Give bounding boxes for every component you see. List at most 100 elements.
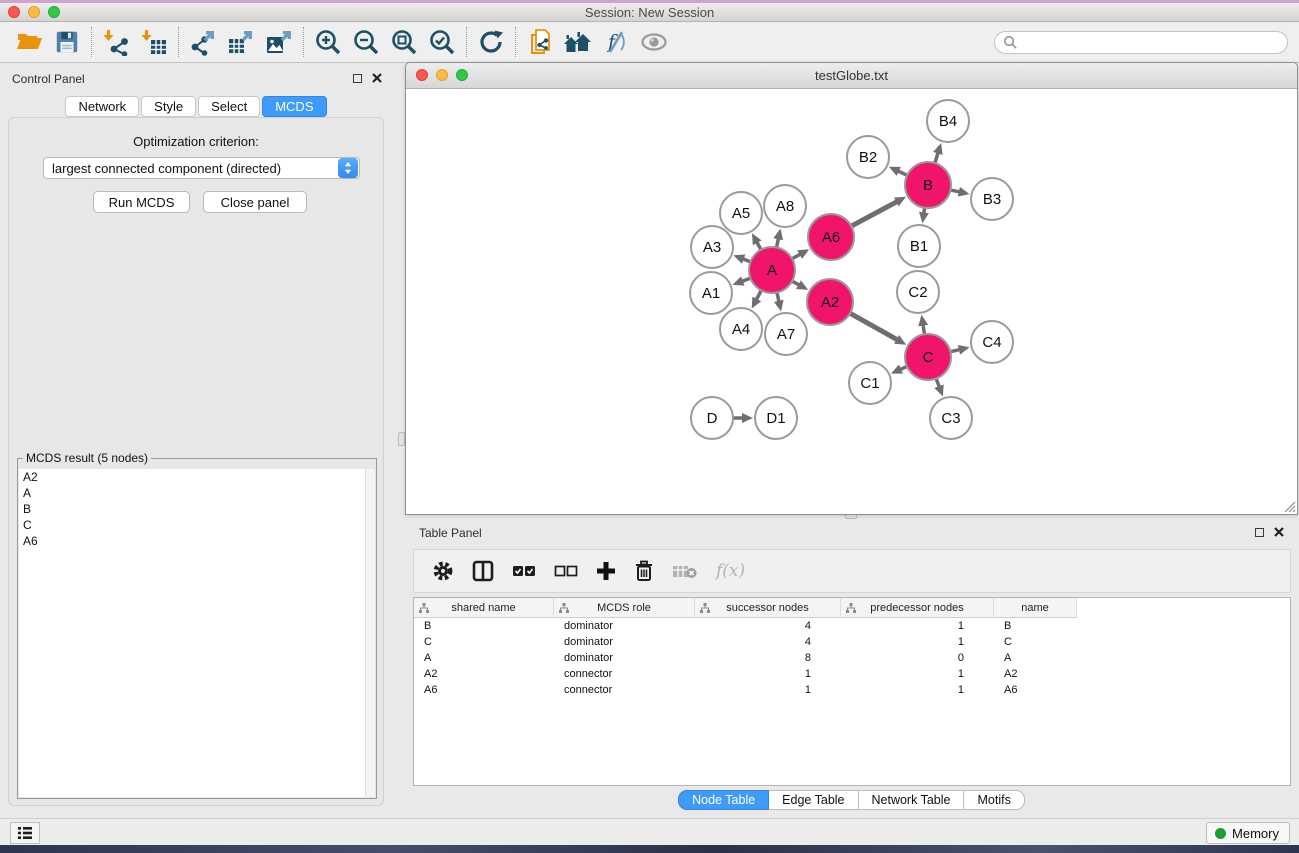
table-row[interactable]: Adominator80A — [414, 650, 1290, 666]
network-window-titlebar[interactable]: testGlobe.txt — [406, 63, 1297, 89]
zoom-out-icon[interactable] — [347, 26, 385, 58]
table-cell[interactable]: A2 — [994, 666, 1077, 682]
deselect-all-columns-icon[interactable] — [554, 564, 578, 578]
graph-node-A6[interactable]: A6 — [808, 214, 854, 260]
table-cell[interactable]: 1 — [695, 666, 841, 682]
edge-A2-C[interactable] — [847, 312, 898, 341]
graph-node-C4[interactable]: C4 — [971, 321, 1013, 363]
tab-select[interactable]: Select — [198, 96, 260, 117]
save-session-icon[interactable] — [48, 26, 86, 58]
table-cell[interactable]: C — [994, 634, 1077, 650]
table-cell[interactable]: 1 — [695, 682, 841, 698]
graph-node-C2[interactable]: C2 — [897, 271, 939, 313]
graph-node-A3[interactable]: A3 — [691, 226, 733, 268]
criterion-dropdown[interactable]: largest connected component (directed) — [43, 157, 360, 179]
table-row[interactable]: Cdominator41C — [414, 634, 1290, 650]
graph-node-B1[interactable]: B1 — [898, 225, 940, 267]
close-panel-button[interactable]: Close panel — [203, 191, 307, 213]
tab-mcds[interactable]: MCDS — [262, 96, 326, 117]
tab-motifs[interactable]: Motifs — [964, 790, 1024, 810]
refresh-view-icon[interactable] — [472, 26, 510, 58]
mcds-result-item[interactable]: A6 — [19, 533, 375, 549]
table-cell[interactable]: 1 — [841, 634, 994, 650]
mcds-result-list[interactable]: A2ABCA6 — [19, 469, 375, 797]
table-cell[interactable]: connector — [554, 682, 695, 698]
export-image-icon[interactable] — [260, 26, 298, 58]
edge-A6-B[interactable] — [849, 201, 898, 227]
graph-node-B2[interactable]: B2 — [847, 136, 889, 178]
table-cell[interactable]: A6 — [414, 682, 554, 698]
tab-network[interactable]: Network — [65, 96, 139, 117]
column-header-predecessor-nodes[interactable]: predecessor nodes — [841, 598, 994, 618]
column-header-name[interactable]: name — [994, 598, 1077, 618]
table-cell[interactable]: dominator — [554, 618, 695, 634]
mcds-result-item[interactable]: B — [19, 501, 375, 517]
table-settings-gear-icon[interactable] — [432, 560, 454, 582]
table-cell[interactable]: B — [994, 618, 1077, 634]
task-history-button[interactable] — [10, 822, 40, 844]
duplicate-network-icon[interactable] — [521, 26, 559, 58]
graph-node-A[interactable]: A — [749, 247, 795, 293]
graph-node-B3[interactable]: B3 — [971, 178, 1013, 220]
mcds-result-item[interactable]: A — [19, 485, 375, 501]
float-table-panel-icon[interactable] — [1255, 528, 1264, 537]
table-cell[interactable]: 8 — [695, 650, 841, 666]
export-table-icon[interactable] — [222, 26, 260, 58]
import-table-icon[interactable] — [135, 26, 173, 58]
app-titlebar[interactable]: Session: New Session — [0, 3, 1299, 22]
graph-node-A2[interactable]: A2 — [807, 279, 853, 325]
resize-grip-icon[interactable] — [1282, 499, 1296, 513]
delete-column-trash-icon[interactable] — [634, 560, 654, 582]
hide-fx-icon[interactable]: f — [597, 26, 635, 58]
mcds-result-item[interactable]: C — [19, 517, 375, 533]
export-network-icon[interactable] — [184, 26, 222, 58]
table-cell[interactable]: 1 — [841, 666, 994, 682]
graph-node-A8[interactable]: A8 — [764, 185, 806, 227]
tab-style[interactable]: Style — [141, 96, 196, 117]
vertical-splitter-handle[interactable] — [398, 432, 405, 446]
table-cell[interactable]: A — [414, 650, 554, 666]
graph-node-A5[interactable]: A5 — [720, 192, 762, 234]
table-cell[interactable]: connector — [554, 666, 695, 682]
table-cell[interactable]: A — [994, 650, 1077, 666]
table-cell[interactable]: B — [414, 618, 554, 634]
home-view-icon[interactable] — [559, 26, 597, 58]
node-table[interactable]: shared nameMCDS rolesuccessor nodesprede… — [413, 597, 1291, 786]
memory-button[interactable]: Memory — [1206, 822, 1290, 844]
table-cell[interactable]: A2 — [414, 666, 554, 682]
graph-node-D[interactable]: D — [691, 397, 733, 439]
select-all-columns-icon[interactable] — [512, 564, 536, 578]
graph-node-C3[interactable]: C3 — [930, 397, 972, 439]
float-panel-icon[interactable] — [353, 74, 362, 83]
column-header-shared-name[interactable]: shared name — [414, 598, 554, 618]
table-cell[interactable]: 4 — [695, 634, 841, 650]
result-scrollbar[interactable] — [365, 469, 375, 797]
graph-node-A4[interactable]: A4 — [720, 308, 762, 350]
show-hide-eye-icon[interactable] — [635, 26, 673, 58]
graph-node-B4[interactable]: B4 — [927, 100, 969, 142]
graph-node-A7[interactable]: A7 — [765, 313, 807, 355]
table-cell[interactable]: 1 — [841, 618, 994, 634]
tab-node-table[interactable]: Node Table — [678, 790, 769, 810]
network-graph[interactable]: AA1A2A3A4A5A6A7A8BB1B2B3B4CC1C2C3C4DD1 — [406, 89, 1296, 514]
search-field[interactable] — [994, 31, 1288, 54]
column-header-successor-nodes[interactable]: successor nodes — [695, 598, 841, 618]
search-input[interactable] — [1018, 32, 1287, 53]
tab-network-table[interactable]: Network Table — [859, 790, 965, 810]
table-row[interactable]: Bdominator41B — [414, 618, 1290, 634]
table-cell[interactable]: 1 — [841, 682, 994, 698]
table-cell[interactable]: dominator — [554, 634, 695, 650]
table-cell[interactable]: 4 — [695, 618, 841, 634]
close-table-panel-icon[interactable] — [1274, 527, 1284, 537]
graph-node-C1[interactable]: C1 — [849, 362, 891, 404]
graph-node-C[interactable]: C — [905, 334, 951, 380]
table-cell[interactable]: C — [414, 634, 554, 650]
zoom-fit-icon[interactable] — [385, 26, 423, 58]
graph-node-D1[interactable]: D1 — [755, 397, 797, 439]
zoom-in-icon[interactable] — [309, 26, 347, 58]
add-column-icon[interactable] — [596, 561, 616, 581]
column-header-MCDS-role[interactable]: MCDS role — [554, 598, 695, 618]
table-cell[interactable]: A6 — [994, 682, 1077, 698]
mcds-result-item[interactable]: A2 — [19, 469, 375, 485]
run-mcds-button[interactable]: Run MCDS — [93, 191, 190, 213]
